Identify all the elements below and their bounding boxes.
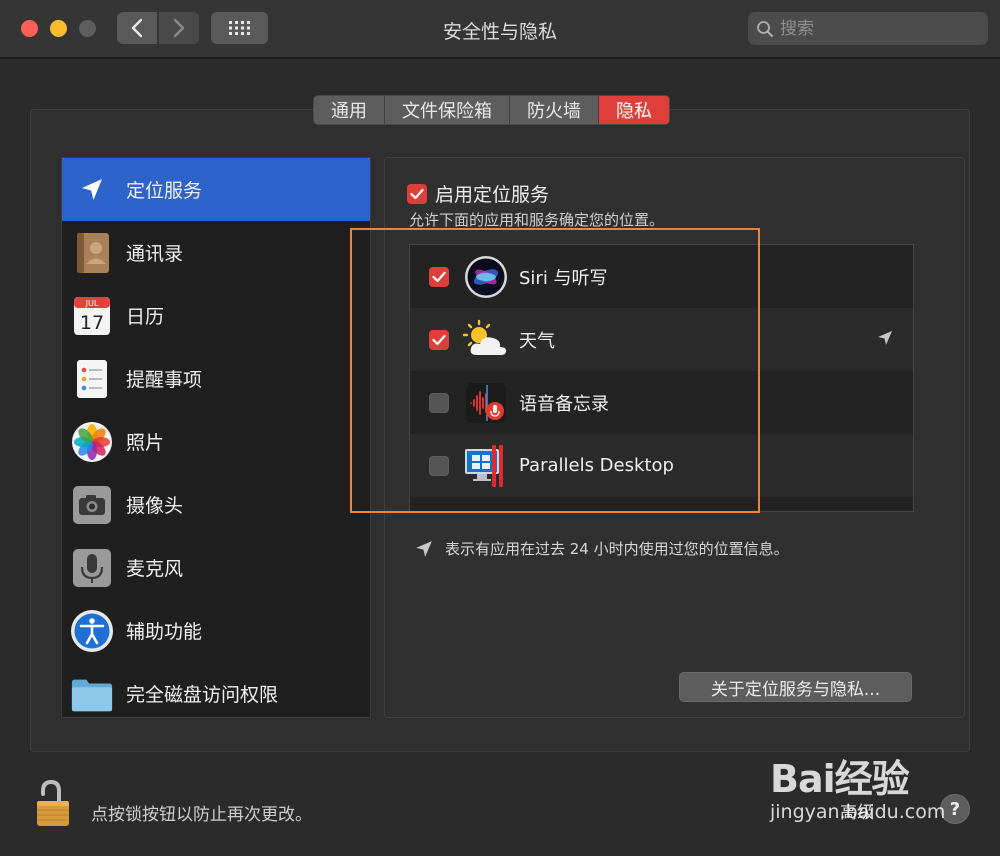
- tab-bar: 通用 文件保险箱 防火墙 隐私: [313, 95, 670, 125]
- chevron-right-icon: [173, 18, 185, 38]
- recent-location-icon: [877, 330, 893, 350]
- contacts-book-icon: [70, 231, 114, 275]
- checkmark-icon: [432, 271, 446, 282]
- photos-icon: [70, 420, 114, 464]
- grid-icon: [228, 21, 250, 35]
- voice-memos-icon: [463, 380, 509, 426]
- sidebar-item-label: 完全磁盘访问权限: [126, 684, 279, 706]
- sidebar-item-calendar[interactable]: JUL 17 日历: [62, 284, 370, 347]
- tab-general[interactable]: 通用: [314, 96, 385, 124]
- forward-button[interactable]: [159, 12, 199, 44]
- sidebar-item-full-disk-access[interactable]: 完全磁盘访问权限: [62, 662, 370, 717]
- sidebar-item-camera[interactable]: 摄像头: [62, 473, 370, 536]
- app-checkbox-weather[interactable]: [429, 329, 449, 350]
- enable-location-label: 启用定位服务: [435, 184, 550, 206]
- app-checkbox-parallels[interactable]: [429, 455, 449, 476]
- title-bar: 安全性与隐私: [0, 0, 1000, 58]
- back-button[interactable]: [117, 12, 157, 44]
- app-list: Siri 与听写 天气 语音备忘录 Parallels Desktop: [409, 244, 914, 512]
- lock-hint-text: 点按锁按钮以防止再次更改。: [91, 805, 312, 825]
- sidebar-item-label: 定位服务: [126, 180, 203, 202]
- list-item: Parallels Desktop: [410, 434, 913, 497]
- location-services-pane: 启用定位服务 允许下面的应用和服务确定您的位置。 Siri 与听写 天气 语音备…: [384, 157, 965, 718]
- sidebar-item-label: 辅助功能: [126, 621, 203, 643]
- svg-text:17: 17: [80, 312, 104, 334]
- folder-icon: [70, 672, 114, 716]
- location-note: 表示有应用在过去 24 小时内使用过您的位置信息。: [415, 538, 789, 559]
- sidebar-item-reminders[interactable]: 提醒事项: [62, 347, 370, 410]
- app-name: Siri 与听写: [519, 267, 608, 289]
- parallels-icon: [463, 443, 509, 489]
- sidebar-item-photos[interactable]: 照片: [62, 410, 370, 473]
- camera-icon: [70, 483, 114, 527]
- search-input[interactable]: [780, 18, 980, 39]
- calendar-icon: JUL 17: [70, 294, 114, 338]
- checkmark-icon: [432, 334, 446, 345]
- search-icon: [757, 20, 773, 37]
- unlocked-padlock-icon: [37, 779, 69, 826]
- about-location-privacy-button[interactable]: 关于定位服务与隐私...: [679, 672, 912, 702]
- sidebar-item-label: 提醒事项: [126, 369, 203, 391]
- privacy-sidebar: 定位服务 通讯录 JUL 17 日历 提醒事项 照片 摄像头 麦克风 辅助功能 …: [61, 157, 371, 718]
- app-name: 天气: [519, 330, 555, 352]
- tab-privacy[interactable]: 隐私: [599, 96, 669, 124]
- tab-filevault[interactable]: 文件保险箱: [385, 96, 510, 124]
- sidebar-item-label: 照片: [126, 432, 165, 454]
- tab-firewall[interactable]: 防火墙: [510, 96, 599, 124]
- enable-location-row: 启用定位服务: [407, 180, 549, 207]
- sidebar-item-label: 摄像头: [126, 495, 184, 517]
- checkmark-icon: [410, 188, 424, 199]
- location-arrow-icon: [70, 168, 114, 212]
- svg-text:JUL: JUL: [85, 299, 99, 308]
- show-all-button[interactable]: [211, 12, 268, 44]
- location-subtitle: 允许下面的应用和服务确定您的位置。: [409, 211, 665, 229]
- search-field[interactable]: [748, 12, 988, 45]
- sidebar-item-microphone[interactable]: 麦克风: [62, 536, 370, 599]
- app-checkbox-siri[interactable]: [429, 266, 449, 287]
- zoom-window-button[interactable]: [79, 20, 96, 37]
- siri-icon: [463, 254, 509, 300]
- app-checkbox-voice-memos[interactable]: [429, 392, 449, 413]
- app-name: 语音备忘录: [519, 393, 609, 415]
- list-item: Siri 与听写: [410, 245, 913, 308]
- sidebar-item-accessibility[interactable]: 辅助功能: [62, 599, 370, 662]
- lock-button[interactable]: [30, 778, 78, 830]
- help-button[interactable]: ?: [940, 794, 970, 824]
- accessibility-icon: [70, 609, 114, 653]
- sidebar-item-label: 麦克风: [126, 558, 184, 580]
- sidebar-item-label: 通讯录: [126, 243, 184, 265]
- sidebar-item-label: 日历: [126, 306, 165, 328]
- reminders-icon: [70, 357, 114, 401]
- app-name: Parallels Desktop: [519, 455, 674, 476]
- advanced-button[interactable]: 高级: [840, 798, 874, 823]
- list-item: 天气: [410, 308, 913, 371]
- sidebar-item-contacts[interactable]: 通讯录: [62, 221, 370, 284]
- minimize-window-button[interactable]: [50, 20, 67, 37]
- list-item: 语音备忘录: [410, 371, 913, 434]
- sidebar-item-location-services[interactable]: 定位服务: [62, 158, 370, 221]
- location-arrow-icon: [416, 540, 432, 557]
- enable-location-checkbox[interactable]: [407, 183, 427, 204]
- weather-icon: [463, 317, 509, 363]
- chevron-left-icon: [131, 18, 143, 38]
- microphone-icon: [70, 546, 114, 590]
- location-note-text: 表示有应用在过去 24 小时内使用过您的位置信息。: [445, 540, 789, 558]
- close-window-button[interactable]: [21, 20, 38, 37]
